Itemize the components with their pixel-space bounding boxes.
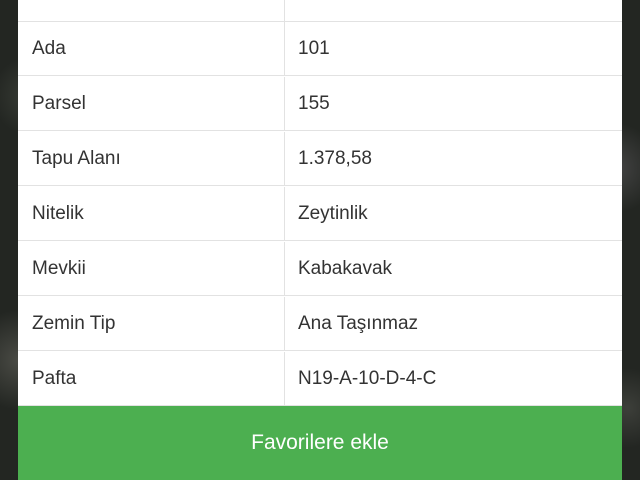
row-value: Kabakavak xyxy=(298,257,393,279)
row-value: N19-A-10-D-4-C xyxy=(298,367,437,389)
row-value: 101 xyxy=(298,37,330,59)
table-row-nitelik: Nitelik Zeytinlik xyxy=(18,187,622,241)
table-row-mahalle-no: Mahalle No 159200 xyxy=(18,0,622,22)
table-row-mevkii: Mevkii Kabakavak xyxy=(18,242,622,296)
row-value: Zeytinlik xyxy=(298,202,368,224)
row-label: Parsel xyxy=(18,77,285,130)
table-row-pafta: Pafta N19-A-10-D-4-C xyxy=(18,352,622,406)
row-value: Ana Taşınmaz xyxy=(298,312,419,334)
row-label: Pafta xyxy=(18,352,285,405)
table-row-ada: Ada 101 xyxy=(18,22,622,76)
add-to-favorites-button[interactable]: Favorilere ekle xyxy=(18,406,622,480)
table-row-parsel: Parsel 155 xyxy=(18,77,622,131)
row-value: 155 xyxy=(298,92,330,114)
row-label: Zemin Tip xyxy=(18,297,285,350)
table-row-tapu-alani: Tapu Alanı 1.378,58 xyxy=(18,132,622,186)
row-label: Ada xyxy=(18,22,285,75)
table-row-zemin-tip: Zemin Tip Ana Taşınmaz xyxy=(18,297,622,351)
row-value: 159200 xyxy=(285,0,622,21)
row-label: Nitelik xyxy=(18,187,285,240)
row-label: Mevkii xyxy=(18,242,285,295)
row-label: Mahalle No xyxy=(18,0,285,21)
row-value: 1.378,58 xyxy=(298,147,372,169)
row-label: Tapu Alanı xyxy=(18,132,285,185)
property-details-panel: Mahalle No 159200 Ada 101 Parsel 155 Tap… xyxy=(18,0,622,480)
